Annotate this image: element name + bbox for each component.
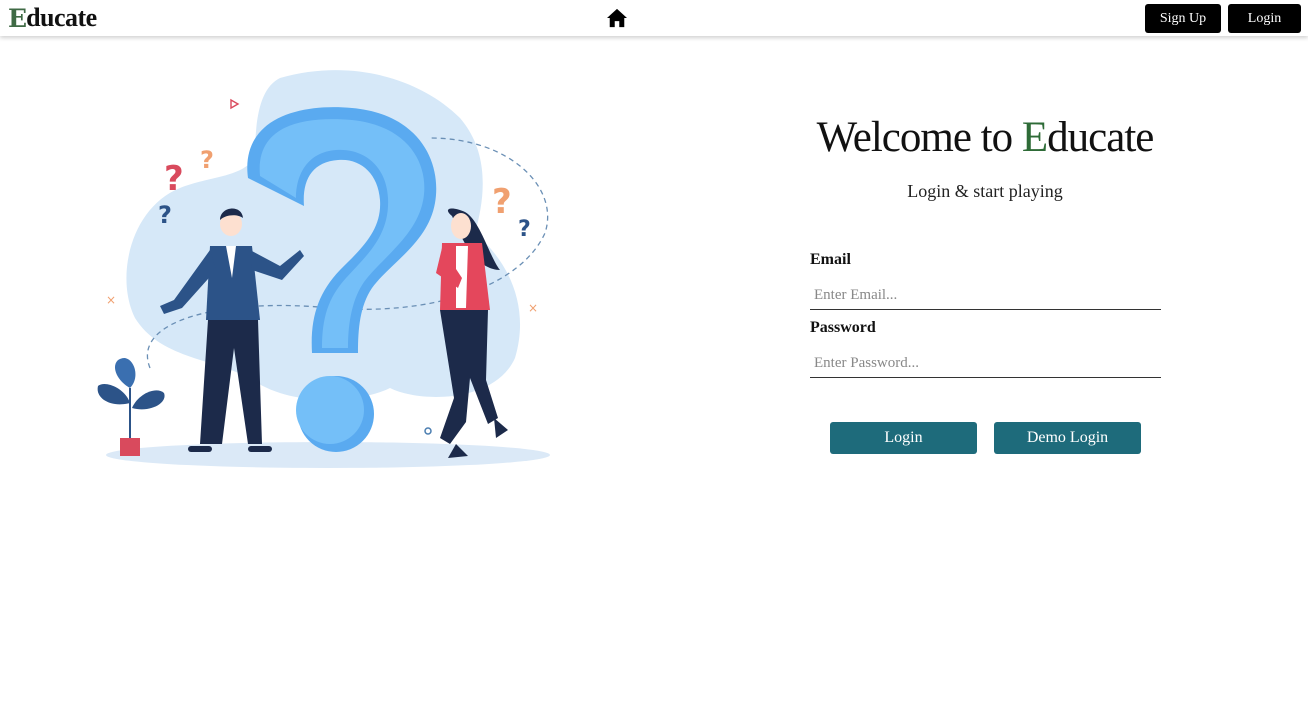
login-button[interactable]: Login (830, 422, 977, 454)
nav-login-button[interactable]: Login (1228, 4, 1301, 33)
welcome-heading: Welcome to Educate (800, 112, 1170, 164)
password-field[interactable] (810, 350, 1161, 378)
svg-text:?: ? (200, 146, 214, 174)
login-subtitle: Login & start playing (907, 181, 1063, 201)
brand-logo-initial: E (8, 3, 27, 33)
welcome-accent-letter: E (1021, 114, 1048, 161)
question-mark-illustration: ? ? ? ? ? × × (97, 70, 550, 468)
svg-text:?: ? (518, 217, 531, 242)
svg-text:?: ? (164, 159, 184, 199)
welcome-prefix: Welcome to (816, 114, 1022, 161)
email-label: Email (810, 251, 851, 268)
svg-text:×: × (528, 301, 538, 315)
top-navbar: Educate Sign Up Login (0, 0, 1308, 36)
password-label: Password (810, 319, 876, 336)
svg-text:?: ? (158, 201, 172, 229)
email-field[interactable] (810, 282, 1161, 310)
demo-login-button[interactable]: Demo Login (994, 422, 1141, 454)
svg-text:?: ? (492, 182, 512, 222)
svg-text:×: × (106, 293, 116, 307)
signup-button[interactable]: Sign Up (1145, 4, 1221, 33)
welcome-suffix: ducate (1047, 114, 1154, 161)
brand-logo-text: ducate (26, 3, 97, 32)
brand-logo[interactable]: Educate (8, 4, 97, 32)
home-icon[interactable] (606, 8, 628, 28)
